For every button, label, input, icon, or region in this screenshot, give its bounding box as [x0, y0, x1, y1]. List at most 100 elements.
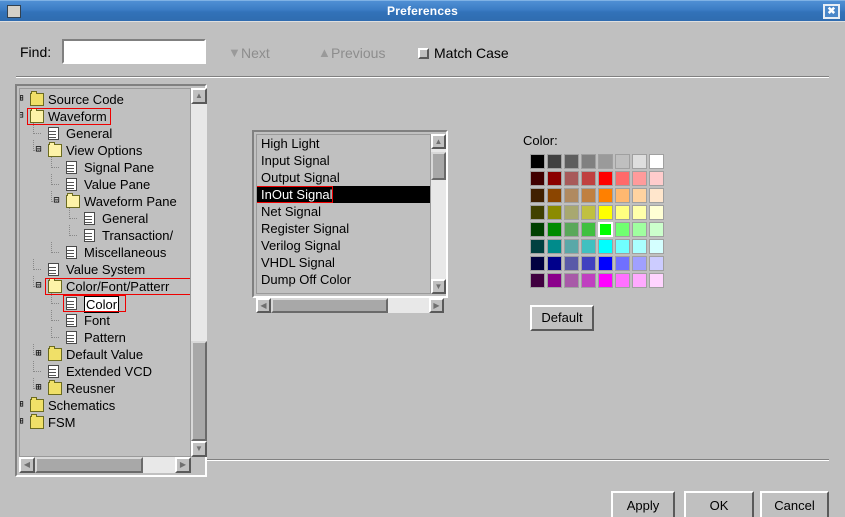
color-swatch[interactable] [581, 205, 596, 220]
color-swatch[interactable] [632, 154, 647, 169]
color-swatch[interactable] [581, 222, 596, 237]
color-swatch[interactable] [649, 188, 664, 203]
color-swatch[interactable] [547, 205, 562, 220]
scroll-down-button[interactable]: ▼ [431, 279, 446, 294]
color-swatch[interactable] [581, 273, 596, 288]
color-swatch[interactable] [632, 222, 647, 237]
color-swatch[interactable] [581, 188, 596, 203]
color-swatch[interactable] [564, 188, 579, 203]
color-swatch[interactable] [530, 171, 545, 186]
list-item[interactable]: InOut Signal [257, 186, 430, 203]
scrollbar-thumb[interactable] [191, 341, 207, 441]
search-input[interactable] [62, 39, 206, 64]
close-icon[interactable]: ✖ [823, 4, 840, 19]
color-swatch[interactable] [547, 171, 562, 186]
color-swatch[interactable] [649, 205, 664, 220]
color-swatch[interactable] [632, 188, 647, 203]
list-item[interactable]: Verilog Signal [257, 237, 430, 254]
tree-item-value-system[interactable]: Value System [20, 259, 190, 278]
color-swatch[interactable] [564, 273, 579, 288]
tree-item-font[interactable]: Font [20, 310, 190, 329]
scrollbar-thumb[interactable] [271, 298, 388, 313]
tree-item-extended-vcd[interactable]: Extended VCD [20, 361, 190, 380]
color-swatch[interactable] [547, 154, 562, 169]
color-swatch[interactable] [615, 273, 630, 288]
color-swatch[interactable] [530, 205, 545, 220]
color-swatch[interactable] [598, 273, 613, 288]
tree-vertical-scrollbar[interactable]: ▲ ▼ [191, 88, 207, 457]
tree-item-fsm[interactable]: ⊞ FSM [20, 414, 190, 431]
color-swatch[interactable] [598, 188, 613, 203]
color-swatch[interactable] [564, 239, 579, 254]
color-items-list[interactable]: High Light Input Signal Output Signal InOut… [256, 134, 431, 294]
color-swatch[interactable] [564, 171, 579, 186]
color-swatch[interactable] [547, 256, 562, 271]
list-horizontal-scrollbar[interactable]: ◀ ▶ [256, 298, 444, 313]
color-swatch[interactable] [632, 239, 647, 254]
tree-item-miscellaneous[interactable]: Miscellaneous [20, 242, 190, 261]
color-swatch[interactable] [564, 256, 579, 271]
tree-item-signal-pane[interactable]: Signal Pane [20, 157, 190, 176]
color-swatch[interactable] [598, 205, 613, 220]
tree-item-default-value[interactable]: ⊞ Default Value [20, 344, 190, 363]
color-swatch[interactable] [581, 171, 596, 186]
color-swatch[interactable] [632, 205, 647, 220]
tree-horizontal-scrollbar[interactable]: ◀ ▶ [19, 457, 191, 473]
color-swatch[interactable] [547, 273, 562, 288]
scroll-left-button[interactable]: ◀ [256, 298, 271, 313]
color-swatch[interactable] [598, 154, 613, 169]
expand-icon[interactable]: ⊞ [20, 94, 25, 104]
tree-item-waveform-pane[interactable]: ⊟ Waveform Pane [20, 191, 190, 210]
color-swatch[interactable] [615, 256, 630, 271]
default-button[interactable]: Default [530, 305, 594, 331]
color-swatch[interactable] [615, 205, 630, 220]
color-swatch[interactable] [598, 171, 613, 186]
color-swatch[interactable] [564, 222, 579, 237]
color-swatch[interactable] [581, 154, 596, 169]
color-swatch[interactable] [632, 273, 647, 288]
color-swatch[interactable] [649, 154, 664, 169]
color-swatch[interactable] [632, 256, 647, 271]
color-swatch[interactable] [581, 256, 596, 271]
list-item[interactable]: Output Signal [257, 169, 430, 186]
scrollbar-thumb[interactable] [431, 152, 446, 180]
color-swatch[interactable] [649, 256, 664, 271]
match-case-checkbox[interactable]: Match Case [418, 42, 509, 64]
ok-button[interactable]: OK [684, 491, 754, 517]
color-swatch[interactable] [564, 205, 579, 220]
scrollbar-thumb[interactable] [35, 457, 143, 473]
color-swatch[interactable] [564, 154, 579, 169]
scroll-left-button[interactable]: ◀ [19, 457, 35, 473]
expand-icon[interactable]: ⊞ [20, 417, 25, 427]
tree-item-pattern[interactable]: Pattern [20, 327, 190, 346]
color-swatch[interactable] [649, 273, 664, 288]
list-item[interactable]: Register Signal [257, 220, 430, 237]
color-swatch[interactable] [632, 171, 647, 186]
tree-item-color-font-patterr[interactable]: ⊟ Color/Font/Patterr [20, 276, 190, 295]
expand-icon[interactable]: ⊞ [20, 400, 25, 410]
color-swatch[interactable] [547, 222, 562, 237]
color-swatch[interactable] [615, 188, 630, 203]
scroll-down-button[interactable]: ▼ [191, 441, 207, 457]
color-swatch[interactable] [649, 222, 664, 237]
tree-item-transaction[interactable]: Transaction/ [20, 225, 190, 244]
scroll-up-button[interactable]: ▲ [431, 134, 446, 149]
color-swatch[interactable] [598, 222, 613, 237]
expand-icon[interactable]: ⊞ [34, 349, 43, 359]
list-item[interactable]: VHDL Signal [257, 254, 430, 271]
color-swatch[interactable] [615, 154, 630, 169]
scroll-up-button[interactable]: ▲ [191, 88, 207, 104]
color-swatch[interactable] [547, 239, 562, 254]
list-vertical-scrollbar[interactable]: ▲ ▼ [431, 134, 446, 294]
color-swatch[interactable] [615, 239, 630, 254]
tree-item-general[interactable]: General [20, 123, 190, 142]
cancel-button[interactable]: Cancel [760, 491, 829, 517]
find-previous-button[interactable]: ▲Previous [318, 42, 385, 64]
color-swatch[interactable] [598, 256, 613, 271]
scroll-right-button[interactable]: ▶ [429, 298, 444, 313]
tree-item-reusner[interactable]: ⊞ Reusner [20, 378, 190, 397]
color-swatch[interactable] [530, 256, 545, 271]
color-swatch-grid[interactable] [530, 154, 664, 288]
list-item[interactable]: Net Signal [257, 203, 430, 220]
apply-button[interactable]: Apply [611, 491, 675, 517]
